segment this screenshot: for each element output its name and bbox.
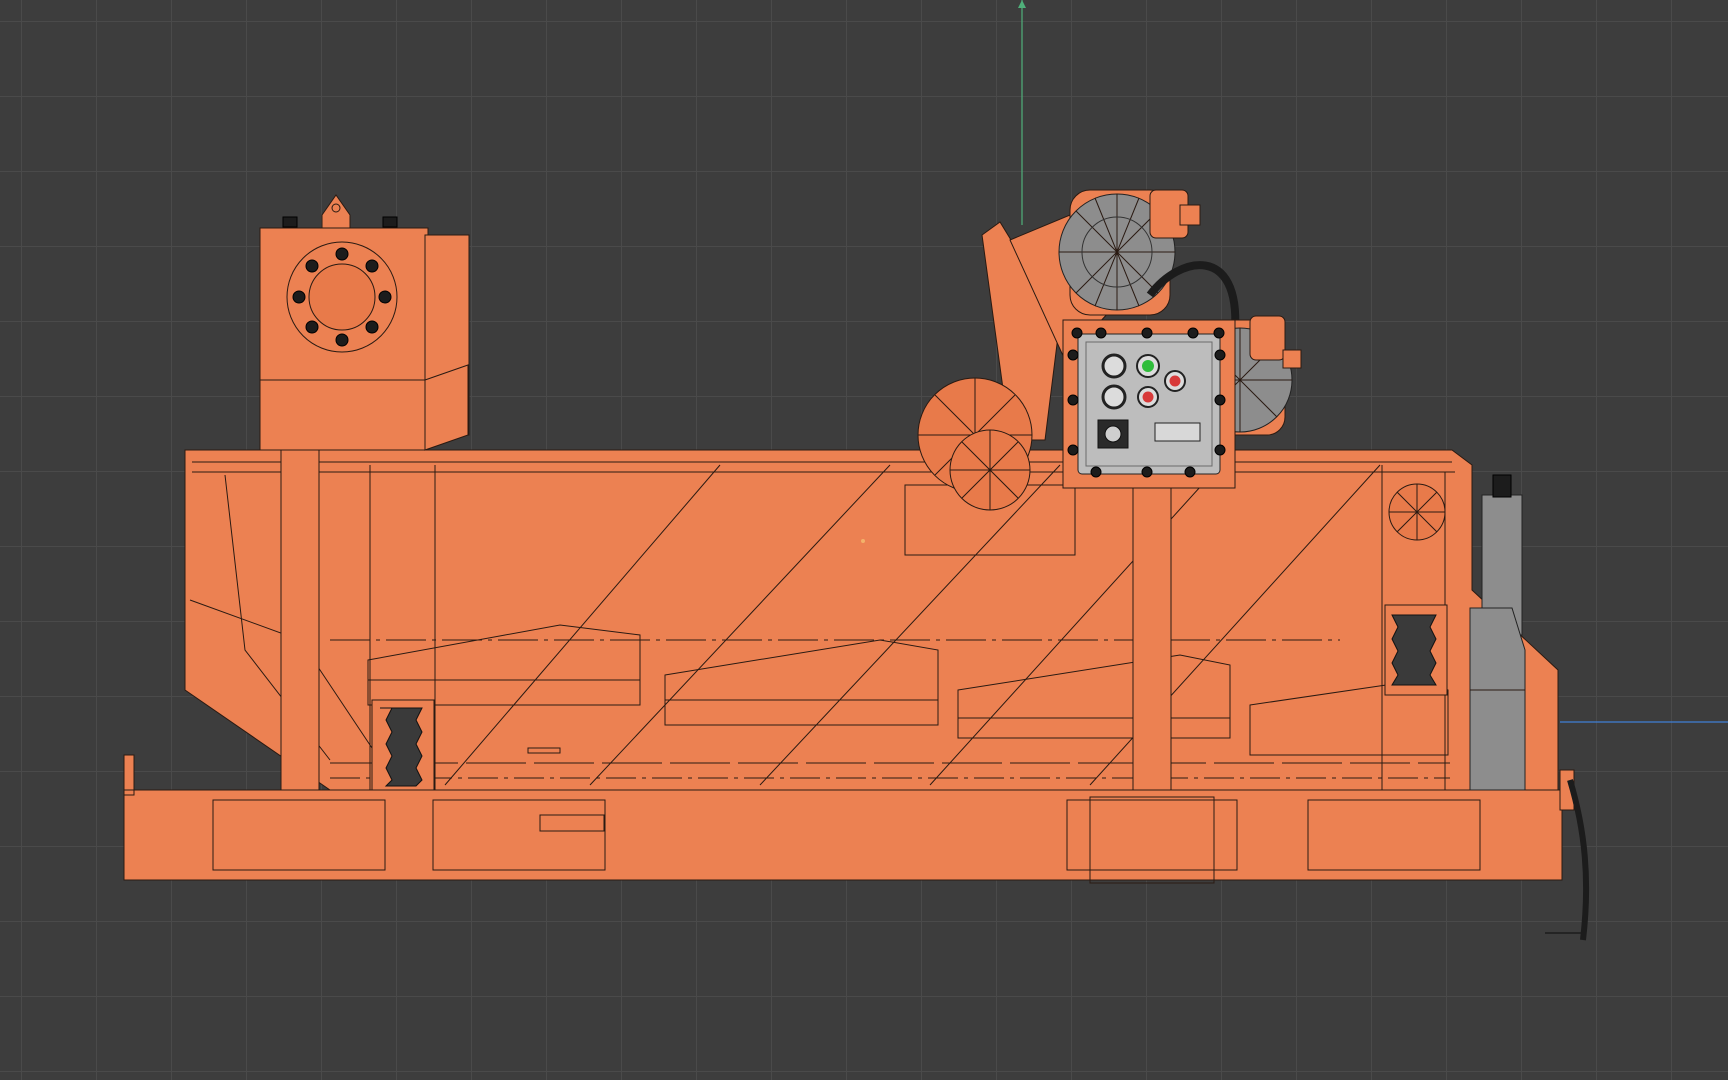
right-fan	[1388, 483, 1446, 541]
selector-knob-icon	[1104, 425, 1122, 443]
red-indicator-light	[1169, 375, 1181, 387]
green-indicator-light	[1142, 360, 1154, 372]
indicator-1-button[interactable]	[1101, 353, 1127, 379]
red-indicator-light-2	[1142, 391, 1154, 403]
center-post	[1132, 479, 1172, 791]
indicator-2-button[interactable]	[1101, 384, 1127, 410]
origin-point	[861, 539, 865, 543]
control-panel-box[interactable]	[1062, 319, 1236, 489]
model-wireframe-view[interactable]	[0, 0, 1728, 1080]
nameplate-label	[1154, 422, 1201, 442]
y-axis-arrow	[1018, 0, 1026, 8]
